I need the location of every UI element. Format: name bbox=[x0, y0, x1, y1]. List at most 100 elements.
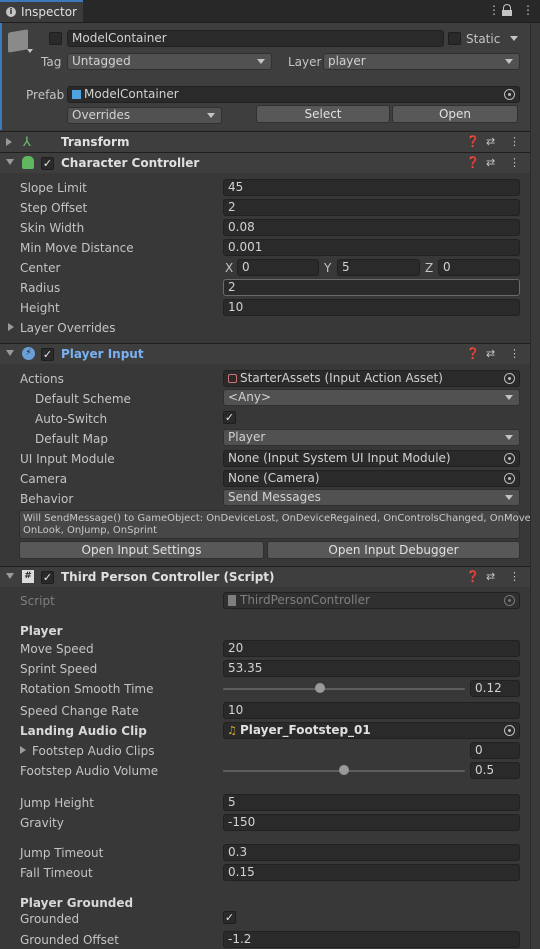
component-enabled-checkbox[interactable]: ✓ bbox=[41, 157, 54, 170]
auto-switch-checkbox[interactable]: ✓ bbox=[223, 411, 236, 424]
help-icon[interactable]: ❓ bbox=[466, 135, 480, 148]
footstep-clips-foldout-icon[interactable] bbox=[20, 746, 26, 754]
fall-timeout-field[interactable]: 0.15 bbox=[223, 864, 520, 881]
help-icon[interactable]: ❓ bbox=[466, 347, 480, 360]
tag-label: Tag bbox=[41, 55, 62, 69]
sprint-speed-field[interactable]: 53.35 bbox=[223, 660, 520, 677]
landing-audio-clip-field[interactable]: ♫ Player_Footstep_01 bbox=[223, 722, 520, 739]
presets-icon[interactable]: ⇄ bbox=[486, 156, 495, 169]
foldout-arrow-icon[interactable] bbox=[6, 159, 14, 165]
layer-dropdown[interactable]: player bbox=[323, 53, 520, 70]
rotation-smooth-time-knob[interactable] bbox=[314, 683, 325, 693]
speed-change-rate-field[interactable]: 10 bbox=[223, 702, 520, 719]
component-enabled-checkbox[interactable]: ✓ bbox=[41, 571, 54, 584]
context-menu-icon[interactable]: ⋮ bbox=[509, 570, 520, 583]
center-x-label[interactable]: X bbox=[225, 261, 233, 275]
camera-field[interactable]: None (Camera) bbox=[223, 470, 520, 487]
component-enabled-checkbox[interactable]: ✓ bbox=[41, 348, 54, 361]
object-name-field[interactable]: ModelContainer bbox=[67, 30, 444, 47]
third-person-controller-header[interactable]: # ✓ Third Person Controller (Script) ❓ ⇄… bbox=[0, 566, 530, 587]
static-dropdown-icon[interactable] bbox=[510, 36, 518, 41]
center-y-field[interactable]: 5 bbox=[337, 259, 420, 276]
player-input-header[interactable]: ⚡ ✓ Player Input ❓ ⇄ ⋮ bbox=[0, 343, 530, 364]
behavior-dropdown[interactable]: Send Messages bbox=[223, 489, 520, 506]
presets-icon[interactable]: ⇄ bbox=[486, 135, 495, 148]
character-controller-icon bbox=[22, 156, 34, 169]
menu-icon[interactable]: ⋮ bbox=[522, 3, 534, 17]
prefab-accent-bar bbox=[0, 23, 2, 130]
prefab-asset-field[interactable]: ModelContainer bbox=[67, 86, 520, 103]
rotation-smooth-time-slider[interactable] bbox=[223, 688, 465, 690]
jump-height-field[interactable]: 5 bbox=[223, 794, 520, 811]
slope-limit-field[interactable]: 45 bbox=[223, 179, 520, 196]
move-speed-field[interactable]: 20 bbox=[223, 640, 520, 657]
transform-header[interactable]: ⅄ Transform ❓ ⇄ ⋮ bbox=[0, 131, 530, 152]
context-menu-icon[interactable]: ⋮ bbox=[509, 135, 520, 148]
tag-dropdown[interactable]: Untagged bbox=[67, 53, 272, 70]
inspector-scrollbar[interactable] bbox=[530, 23, 540, 949]
step-offset-field[interactable]: 2 bbox=[223, 199, 520, 216]
foldout-arrow-icon[interactable] bbox=[6, 138, 12, 146]
jump-timeout-field[interactable]: 0.3 bbox=[223, 844, 520, 861]
input-action-asset-icon bbox=[228, 374, 237, 383]
layer-overrides-label[interactable]: Layer Overrides bbox=[20, 321, 115, 335]
foldout-arrow-icon[interactable] bbox=[6, 350, 14, 356]
layer-overrides-foldout-icon[interactable] bbox=[8, 323, 14, 331]
tab-inspector[interactable]: i Inspector bbox=[0, 0, 83, 22]
tab-title: Inspector bbox=[21, 5, 77, 19]
prefab-cube-icon bbox=[72, 90, 81, 99]
footstep-audio-volume-field[interactable]: 0.5 bbox=[470, 762, 520, 779]
rotation-smooth-time-field[interactable]: 0.12 bbox=[470, 680, 520, 697]
open-input-debugger-button[interactable]: Open Input Debugger bbox=[267, 541, 520, 559]
context-menu-icon[interactable]: ⋮ bbox=[509, 347, 520, 360]
script-value: ThirdPersonController bbox=[240, 593, 370, 607]
object-picker-icon[interactable] bbox=[504, 453, 515, 464]
open-button[interactable]: Open bbox=[392, 105, 518, 123]
gameobject-icon[interactable] bbox=[8, 29, 28, 53]
skin-width-field[interactable]: 0.08 bbox=[223, 219, 520, 236]
default-map-label: Default Map bbox=[35, 432, 108, 446]
default-scheme-dropdown[interactable]: <Any> bbox=[223, 389, 520, 406]
height-field[interactable]: 10 bbox=[223, 299, 520, 316]
foldout-arrow-icon[interactable] bbox=[6, 573, 14, 579]
grounded-checkbox[interactable]: ✓ bbox=[223, 911, 236, 924]
actions-value: StarterAssets (Input Action Asset) bbox=[240, 371, 443, 385]
script-label: Script bbox=[20, 594, 55, 608]
center-label: Center bbox=[20, 261, 61, 275]
object-picker-icon[interactable] bbox=[504, 725, 515, 736]
help-icon[interactable]: ❓ bbox=[466, 156, 480, 169]
footstep-audio-volume-knob[interactable] bbox=[339, 765, 349, 775]
help-icon[interactable]: ❓ bbox=[466, 570, 480, 583]
center-z-field[interactable]: 0 bbox=[438, 259, 520, 276]
center-y-label[interactable]: Y bbox=[324, 261, 331, 275]
object-picker-icon[interactable] bbox=[504, 89, 515, 100]
presets-icon[interactable]: ⇄ bbox=[486, 570, 495, 583]
actions-field[interactable]: StarterAssets (Input Action Asset) bbox=[223, 370, 520, 387]
script-icon: # bbox=[22, 570, 34, 583]
center-x-field[interactable]: 0 bbox=[237, 259, 319, 276]
static-checkbox[interactable] bbox=[448, 32, 461, 45]
gravity-field[interactable]: -150 bbox=[223, 814, 520, 831]
center-z-label[interactable]: Z bbox=[425, 261, 433, 275]
object-header: ModelContainer Static Tag Untagged Layer… bbox=[0, 23, 530, 130]
default-map-dropdown[interactable]: Player bbox=[223, 429, 520, 446]
presets-icon[interactable]: ⇄ bbox=[486, 347, 495, 360]
min-move-distance-field[interactable]: 0.001 bbox=[223, 239, 520, 256]
footstep-audio-clips-size-field[interactable]: 0 bbox=[470, 742, 520, 759]
active-checkbox[interactable] bbox=[49, 32, 62, 45]
icon-dropdown-icon[interactable] bbox=[27, 49, 33, 53]
overrides-dropdown[interactable]: Overrides bbox=[67, 107, 222, 124]
radius-field[interactable]: 2 bbox=[223, 279, 520, 296]
context-menu-icon[interactable]: ⋮ bbox=[509, 156, 520, 169]
object-picker-icon[interactable] bbox=[504, 473, 515, 484]
player-section-header: Player bbox=[20, 624, 63, 638]
object-picker-icon[interactable] bbox=[504, 373, 515, 384]
ui-input-module-field[interactable]: None (Input System UI Input Module) bbox=[223, 450, 520, 467]
grounded-offset-field[interactable]: -1.2 bbox=[223, 931, 520, 948]
character-controller-header[interactable]: ✓ Character Controller ❓ ⇄ ⋮ bbox=[0, 152, 530, 173]
footstep-audio-clips-label[interactable]: Footstep Audio Clips bbox=[32, 744, 154, 758]
more-icon[interactable]: ⋮ bbox=[488, 3, 500, 17]
select-button[interactable]: Select bbox=[256, 105, 390, 123]
auto-switch-label: Auto-Switch bbox=[35, 412, 108, 426]
open-input-settings-button[interactable]: Open Input Settings bbox=[19, 541, 264, 559]
